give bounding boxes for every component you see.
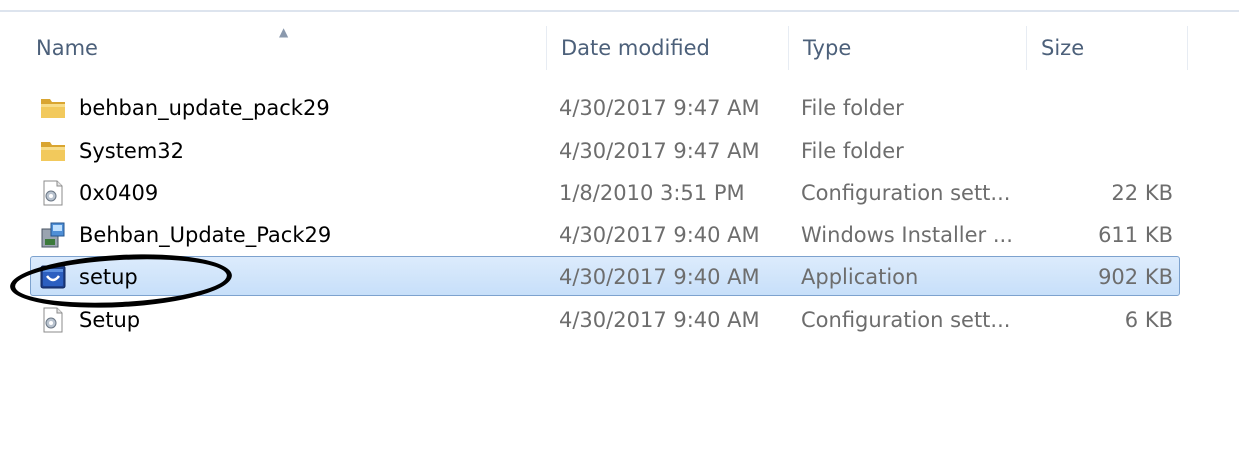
folder-icon [39,94,67,122]
file-size: 6 KB [1124,308,1173,332]
file-date-modified: 4/30/2017 9:40 AM [559,308,760,332]
file-name: 0x0409 [79,181,159,205]
column-header-size[interactable]: Size [1027,26,1188,70]
column-header-bar: Name ▲ Date modified Type Size [22,26,1239,70]
file-row-behban-update-pack29-installer[interactable]: Behban_Update_Pack29 4/30/2017 9:40 AM W… [30,214,1180,254]
config-file-icon [39,179,67,207]
file-row-setup-config[interactable]: Setup 4/30/2017 9:40 AM Configuration se… [30,299,1180,339]
file-date-modified: 4/30/2017 9:47 AM [559,139,760,163]
file-row-0x0409-config[interactable]: 0x0409 1/8/2010 3:51 PM Configuration se… [30,172,1180,212]
file-name: Behban_Update_Pack29 [79,223,332,247]
file-date-modified: 1/8/2010 3:51 PM [559,181,745,205]
file-size: 902 KB [1098,265,1173,289]
file-size [1036,88,1173,128]
column-header-name[interactable]: Name ▲ [22,26,547,70]
column-header-date-modified[interactable]: Date modified [547,26,789,70]
file-type: File folder [801,96,904,120]
config-file-icon [39,306,67,334]
file-name: Setup [79,308,141,332]
file-type: Windows Installer ... [801,223,1013,247]
installer-icon [39,221,67,249]
sort-ascending-icon: ▲ [279,25,289,39]
file-name: System32 [79,139,185,163]
file-row-behban-update-pack29-folder[interactable]: behban_update_pack29 4/30/2017 9:47 AM F… [30,87,1180,127]
file-date-modified: 4/30/2017 9:40 AM [559,265,760,289]
folder-icon [39,137,67,165]
file-type: File folder [801,139,904,163]
file-size: 22 KB [1111,181,1173,205]
column-header-size-label: Size [1041,36,1085,60]
file-size [1036,131,1173,171]
column-header-name-label: Name [36,36,98,60]
file-date-modified: 4/30/2017 9:40 AM [559,223,760,247]
column-header-date-label: Date modified [561,36,710,60]
file-size: 611 KB [1098,223,1173,247]
window-top-strip [0,0,1239,12]
file-type: Application [801,265,919,289]
column-header-type-label: Type [803,36,852,60]
column-header-type[interactable]: Type [789,26,1027,70]
file-type: Configuration sett... [801,308,1011,332]
file-date-modified: 4/30/2017 9:47 AM [559,96,760,120]
file-row-system32-folder[interactable]: System32 4/30/2017 9:47 AM File folder [30,130,1180,170]
file-name: behban_update_pack29 [79,96,330,120]
file-type: Configuration sett... [801,181,1011,205]
